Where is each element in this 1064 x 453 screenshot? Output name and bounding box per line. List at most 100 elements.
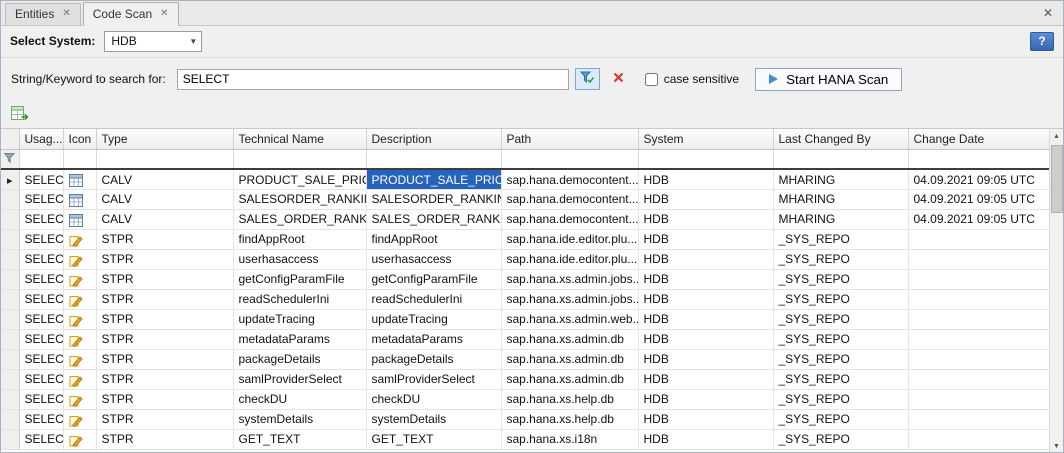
path-cell[interactable]: sap.hana.democontent....: [501, 169, 638, 189]
tab-close-icon[interactable]: ✕: [160, 9, 168, 19]
description-cell[interactable]: checkDU: [366, 389, 501, 409]
type-cell[interactable]: CALV: [96, 169, 233, 189]
usage-cell[interactable]: SELECT: [19, 409, 63, 429]
type-cell[interactable]: STPR: [96, 369, 233, 389]
system-cell[interactable]: HDB: [638, 169, 773, 189]
change-date-cell[interactable]: [908, 429, 1051, 449]
close-icon[interactable]: ✕: [1033, 6, 1063, 20]
search-input[interactable]: [177, 69, 569, 90]
table-row[interactable]: SELECTSTPRcheckDUcheckDUsap.hana.xs.help…: [1, 389, 1051, 409]
usage-cell[interactable]: SELECT: [19, 429, 63, 449]
change-date-cell[interactable]: 04.09.2021 09:05 UTC: [908, 169, 1051, 189]
type-cell[interactable]: STPR: [96, 389, 233, 409]
path-cell[interactable]: sap.hana.xs.admin.db: [501, 329, 638, 349]
path-cell[interactable]: sap.hana.xs.help.db: [501, 409, 638, 429]
scroll-down-icon[interactable]: ▼: [1050, 439, 1064, 452]
description-cell[interactable]: systemDetails: [366, 409, 501, 429]
type-cell[interactable]: STPR: [96, 289, 233, 309]
table-row[interactable]: SELECTSTPRupdateTracingupdateTracingsap.…: [1, 309, 1051, 329]
usage-cell[interactable]: SELECT: [19, 289, 63, 309]
filter-cell[interactable]: [773, 149, 908, 169]
type-cell[interactable]: CALV: [96, 209, 233, 229]
last-changed-by-cell[interactable]: MHARING: [773, 209, 908, 229]
usage-cell[interactable]: SELECT: [19, 229, 63, 249]
system-cell[interactable]: HDB: [638, 289, 773, 309]
filter-cell[interactable]: [908, 149, 1051, 169]
technical-name-cell[interactable]: updateTracing: [233, 309, 366, 329]
system-cell[interactable]: HDB: [638, 329, 773, 349]
usage-cell[interactable]: SELECT: [19, 169, 63, 189]
description-cell[interactable]: userhasaccess: [366, 249, 501, 269]
usage-cell[interactable]: SELECT: [19, 269, 63, 289]
technical-name-cell[interactable]: findAppRoot: [233, 229, 366, 249]
change-date-cell[interactable]: [908, 269, 1051, 289]
last-changed-by-cell[interactable]: _SYS_REPO: [773, 269, 908, 289]
description-cell[interactable]: findAppRoot: [366, 229, 501, 249]
column-header[interactable]: Change Date: [908, 129, 1051, 149]
usage-cell[interactable]: SELECT: [19, 329, 63, 349]
path-cell[interactable]: sap.hana.democontent....: [501, 189, 638, 209]
chevron-down-icon[interactable]: ▼: [185, 37, 201, 46]
system-select[interactable]: HDB ▼: [104, 31, 202, 52]
filter-cell[interactable]: [19, 149, 63, 169]
column-header[interactable]: System: [638, 129, 773, 149]
technical-name-cell[interactable]: readSchedulerIni: [233, 289, 366, 309]
table-row[interactable]: SELECTSTPRmetadataParamsmetadataParamssa…: [1, 329, 1051, 349]
system-cell[interactable]: HDB: [638, 389, 773, 409]
last-changed-by-cell[interactable]: _SYS_REPO: [773, 349, 908, 369]
column-header[interactable]: Icon: [63, 129, 96, 149]
system-cell[interactable]: HDB: [638, 429, 773, 449]
type-cell[interactable]: STPR: [96, 349, 233, 369]
column-header[interactable]: Last Changed By: [773, 129, 908, 149]
vertical-scrollbar[interactable]: ▲ ▼: [1049, 129, 1063, 452]
description-cell[interactable]: packageDetails: [366, 349, 501, 369]
scrollbar-thumb[interactable]: [1051, 145, 1063, 213]
path-cell[interactable]: sap.hana.xs.help.db: [501, 389, 638, 409]
last-changed-by-cell[interactable]: _SYS_REPO: [773, 369, 908, 389]
change-date-cell[interactable]: [908, 229, 1051, 249]
description-cell[interactable]: PRODUCT_SALE_PRICE: [366, 169, 501, 189]
description-cell[interactable]: readSchedulerIni: [366, 289, 501, 309]
usage-cell[interactable]: SELECT: [19, 249, 63, 269]
technical-name-cell[interactable]: packageDetails: [233, 349, 366, 369]
technical-name-cell[interactable]: PRODUCT_SALE_PRICE: [233, 169, 366, 189]
table-row[interactable]: ▸SELECTCALVPRODUCT_SALE_PRICEPRODUCT_SAL…: [1, 169, 1051, 189]
table-row[interactable]: SELECTSTPRgetConfigParamFilegetConfigPar…: [1, 269, 1051, 289]
usage-cell[interactable]: SELECT: [19, 349, 63, 369]
change-date-cell[interactable]: 04.09.2021 09:05 UTC: [908, 189, 1051, 209]
usage-cell[interactable]: SELECT: [19, 369, 63, 389]
tab-code-scan[interactable]: Code Scan ✕: [83, 2, 179, 26]
description-cell[interactable]: samlProviderSelect: [366, 369, 501, 389]
change-date-cell[interactable]: [908, 289, 1051, 309]
description-cell[interactable]: SALESORDER_RANKING...: [366, 189, 501, 209]
last-changed-by-cell[interactable]: _SYS_REPO: [773, 229, 908, 249]
last-changed-by-cell[interactable]: _SYS_REPO: [773, 329, 908, 349]
type-cell[interactable]: STPR: [96, 309, 233, 329]
tab-entities[interactable]: Entities ✕: [5, 3, 81, 25]
usage-cell[interactable]: SELECT: [19, 189, 63, 209]
type-cell[interactable]: STPR: [96, 409, 233, 429]
system-cell[interactable]: HDB: [638, 409, 773, 429]
column-header[interactable]: Path: [501, 129, 638, 149]
clear-search-button[interactable]: [606, 68, 631, 90]
path-cell[interactable]: sap.hana.xs.admin.jobs...: [501, 269, 638, 289]
description-cell[interactable]: GET_TEXT: [366, 429, 501, 449]
change-date-cell[interactable]: [908, 249, 1051, 269]
last-changed-by-cell[interactable]: _SYS_REPO: [773, 389, 908, 409]
column-header[interactable]: Description: [366, 129, 501, 149]
last-changed-by-cell[interactable]: _SYS_REPO: [773, 409, 908, 429]
type-cell[interactable]: STPR: [96, 249, 233, 269]
filter-options-button[interactable]: [575, 68, 600, 90]
table-row[interactable]: SELECTCALVSALES_ORDER_RANKIN...SALES_ORD…: [1, 209, 1051, 229]
system-cell[interactable]: HDB: [638, 309, 773, 329]
table-row[interactable]: SELECTSTPRpackageDetailspackageDetailssa…: [1, 349, 1051, 369]
export-excel-button[interactable]: [7, 104, 32, 126]
filter-cell[interactable]: [638, 149, 773, 169]
technical-name-cell[interactable]: samlProviderSelect: [233, 369, 366, 389]
column-header[interactable]: Usag...: [19, 129, 63, 149]
case-sensitive-checkbox[interactable]: [645, 73, 658, 86]
technical-name-cell[interactable]: getConfigParamFile: [233, 269, 366, 289]
change-date-cell[interactable]: [908, 349, 1051, 369]
path-cell[interactable]: sap.hana.xs.admin.db: [501, 349, 638, 369]
filter-cell[interactable]: [233, 149, 366, 169]
